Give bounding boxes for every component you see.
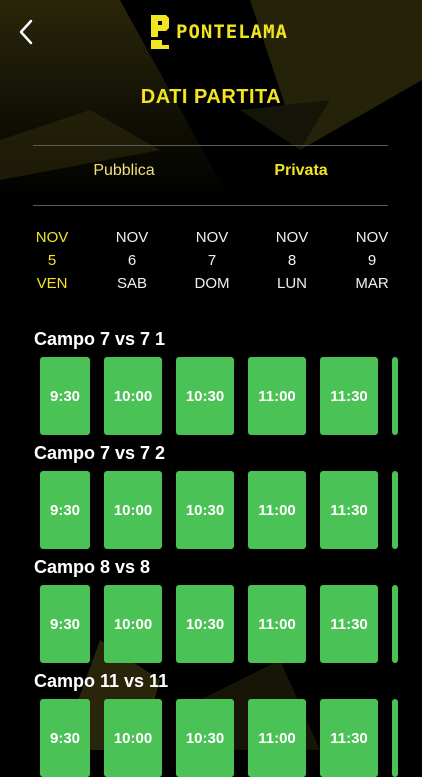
date-month: NOV xyxy=(355,229,389,246)
field-title: Campo 7 vs 7 2 xyxy=(34,443,166,463)
date-weekday: SAB xyxy=(116,275,147,292)
time-slot-button-partial[interactable] xyxy=(392,699,398,777)
date-day: 7 xyxy=(207,252,217,269)
page-title: DATI PARTITA xyxy=(140,86,282,108)
date-item[interactable]: NOV 7 DOM xyxy=(182,226,242,295)
time-slot-button[interactable]: 11:30 xyxy=(320,357,378,435)
time-slot-row: 9:30 10:00 10:30 11:00 11:30 xyxy=(40,471,398,549)
time-slot-button-partial[interactable] xyxy=(392,357,398,435)
time-slot-button[interactable]: 11:30 xyxy=(320,699,378,777)
date-month: NOV xyxy=(195,229,229,246)
date-month: NOV xyxy=(35,229,69,246)
time-slot-button[interactable]: 10:00 xyxy=(104,357,162,435)
time-slot-button[interactable]: 9:30 xyxy=(40,357,90,435)
time-slot-button[interactable]: 10:30 xyxy=(176,357,234,435)
chevron-left-icon xyxy=(19,19,33,45)
time-slot-button[interactable]: 10:00 xyxy=(104,585,162,663)
pontelama-logo-icon xyxy=(151,15,169,49)
date-day: 9 xyxy=(367,252,377,269)
time-slot-button[interactable]: 11:00 xyxy=(248,585,306,663)
time-slot-button[interactable]: 11:00 xyxy=(248,471,306,549)
time-slot-button[interactable]: 10:00 xyxy=(104,699,162,777)
date-weekday: DOM xyxy=(194,275,230,292)
time-slot-button[interactable]: 11:00 xyxy=(248,357,306,435)
date-item[interactable]: NOV 5 VEN xyxy=(22,226,82,295)
time-slot-button-partial[interactable] xyxy=(392,585,398,663)
time-slot-row: 9:30 10:00 10:30 11:00 11:30 xyxy=(40,585,398,663)
time-slot-button[interactable]: 10:00 xyxy=(104,471,162,549)
logo-text: PONTELAMA xyxy=(176,21,288,43)
date-day: 5 xyxy=(47,252,57,269)
date-weekday: MAR xyxy=(355,275,389,292)
time-slot-button[interactable]: 9:30 xyxy=(40,471,90,549)
time-slot-button[interactable]: 10:30 xyxy=(176,585,234,663)
divider-top xyxy=(33,145,388,146)
date-weekday: LUN xyxy=(276,275,307,292)
date-weekday: VEN xyxy=(36,275,68,292)
tab-pubblica[interactable]: Pubblica xyxy=(34,162,214,180)
app-logo: PONTELAMA xyxy=(148,12,288,52)
date-day: 8 xyxy=(287,252,297,269)
date-selector: NOV 5 VEN NOV 6 SAB NOV 7 DOM NOV 8 LUN … xyxy=(33,226,389,295)
time-slot-button[interactable]: 10:30 xyxy=(176,699,234,777)
time-slot-button[interactable]: 9:30 xyxy=(40,699,90,777)
time-slot-button-partial[interactable] xyxy=(392,471,398,549)
date-item[interactable]: NOV 6 SAB xyxy=(102,226,162,295)
field-title: Campo 8 vs 8 xyxy=(34,557,151,577)
date-month: NOV xyxy=(115,229,149,246)
date-day: 6 xyxy=(127,252,137,269)
time-slot-row: 9:30 10:00 10:30 11:00 11:30 xyxy=(40,357,398,435)
field-title: Campo 11 vs 11 xyxy=(34,671,169,691)
time-slot-button[interactable]: 9:30 xyxy=(40,585,90,663)
time-slot-button[interactable]: 11:30 xyxy=(320,471,378,549)
date-item[interactable]: NOV 8 LUN xyxy=(262,226,322,295)
time-slot-button[interactable]: 10:30 xyxy=(176,471,234,549)
date-item[interactable]: NOV 9 MAR xyxy=(342,226,402,295)
field-title: Campo 7 vs 7 1 xyxy=(34,329,166,349)
time-slot-row: 9:30 10:00 10:30 11:00 11:30 xyxy=(40,699,398,777)
divider-bottom xyxy=(33,205,388,206)
time-slot-button[interactable]: 11:30 xyxy=(320,585,378,663)
date-month: NOV xyxy=(275,229,309,246)
back-button[interactable] xyxy=(12,16,40,48)
time-slot-button[interactable]: 11:00 xyxy=(248,699,306,777)
tab-privata[interactable]: Privata xyxy=(211,162,391,180)
